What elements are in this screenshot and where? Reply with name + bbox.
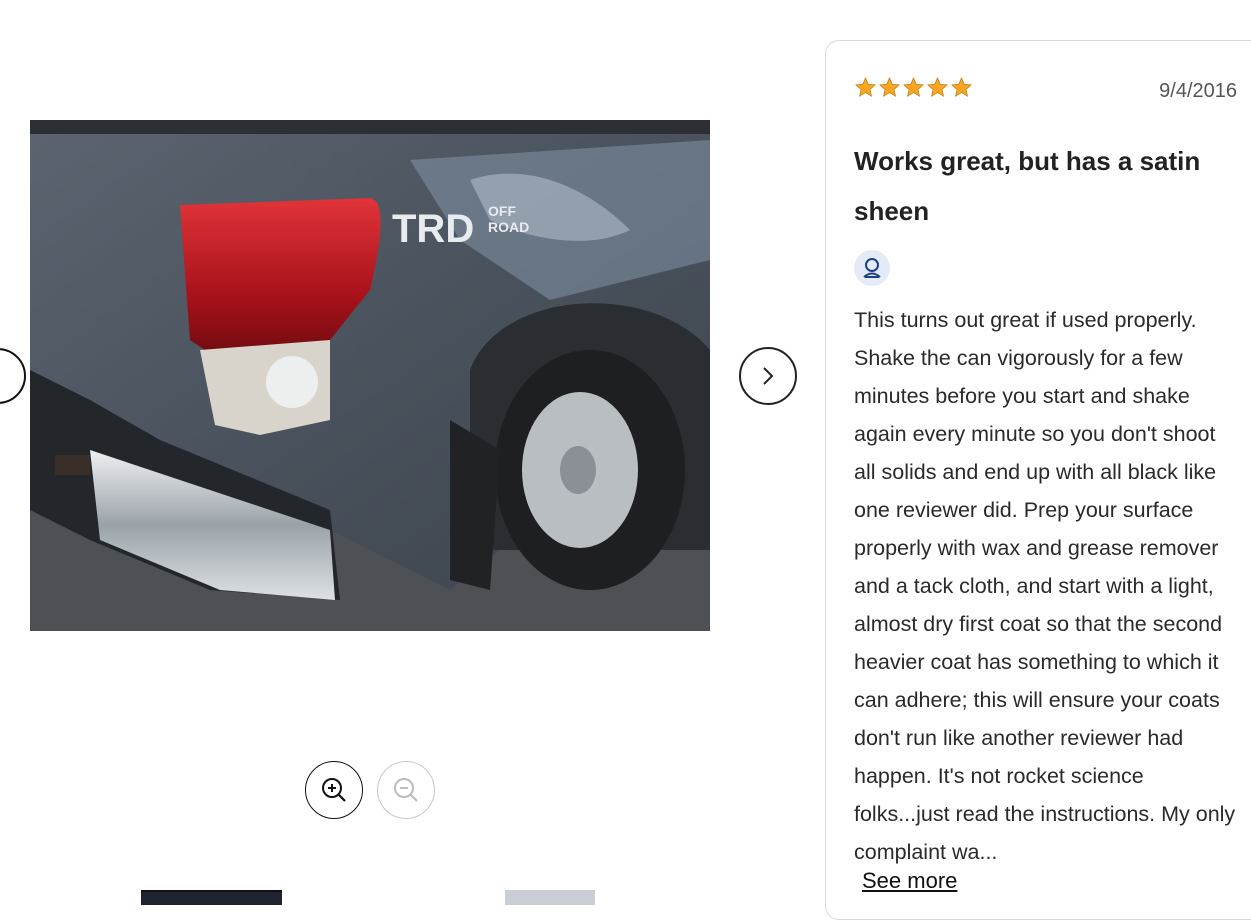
chevron-right-icon [763,367,774,385]
thumbnail-2[interactable] [505,890,595,905]
truck-photo-illustration: TRD OFF ROAD [30,120,710,631]
decal-off: OFF [488,203,516,219]
star-icon [926,76,949,97]
zoom-in-button[interactable] [305,761,363,819]
star-rating [854,76,973,99]
star-icon [902,76,925,97]
review-date: 9/4/2016 [1159,80,1237,102]
thumbnail-1[interactable] [141,890,282,905]
star-icon [878,76,901,97]
review-body: This turns out great if used properly. S… [854,308,1236,864]
zoom-out-button[interactable] [377,761,435,819]
star-icon [950,76,973,97]
user-icon [863,258,881,278]
decal-road: ROAD [488,219,529,235]
avatar [854,250,890,286]
see-more-link[interactable]: See more [862,868,957,894]
zoom-out-icon [394,778,418,802]
decal-trd: TRD [392,207,474,251]
star-icon [854,76,877,97]
review-photo: TRD OFF ROAD [30,120,710,631]
review-title: Works great, but has a satin sheen [854,146,1201,226]
previous-button[interactable] [0,348,26,404]
next-button[interactable] [739,347,797,405]
zoom-in-icon [322,778,346,802]
